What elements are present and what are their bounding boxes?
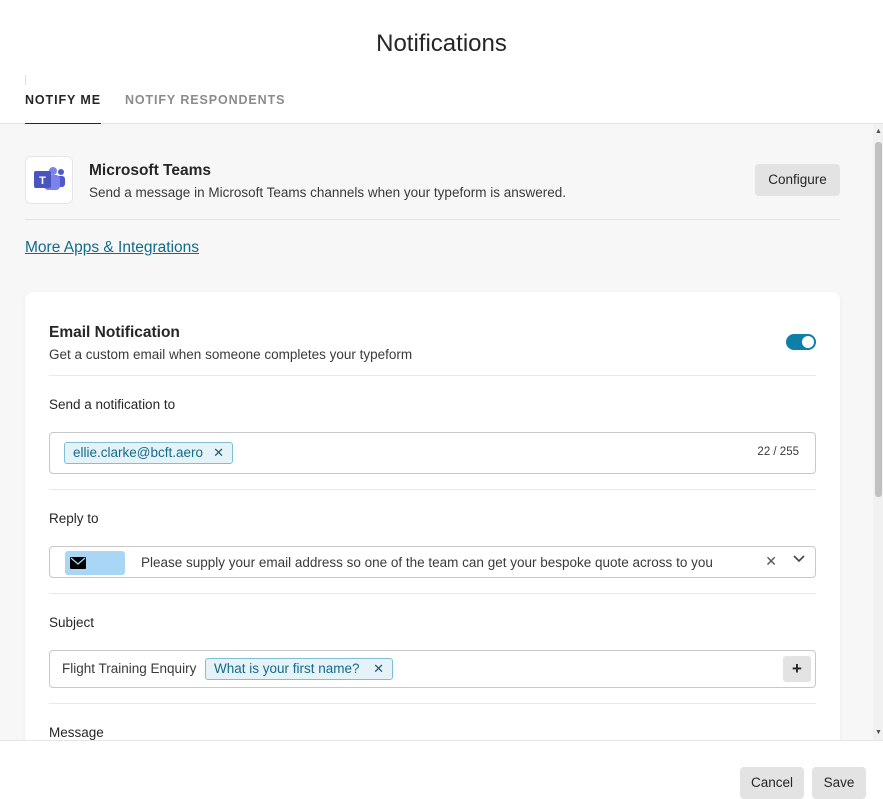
character-counter: 22 / 255 (757, 446, 799, 458)
clear-icon[interactable]: ✕ (765, 553, 777, 570)
toggle-knob (802, 336, 814, 348)
cancel-button[interactable]: Cancel (740, 767, 804, 799)
divider (49, 703, 816, 704)
divider (49, 489, 816, 490)
scrollbar-thumb[interactable] (875, 142, 882, 497)
integration-description: Send a message in Microsoft Teams channe… (89, 185, 566, 200)
subject-label: Subject (49, 615, 95, 630)
configure-button[interactable]: Configure (755, 164, 840, 196)
recipients-field[interactable]: ellie.clarke@bcft.aero ✕ 22 / 255 (49, 432, 816, 474)
remove-variable-icon[interactable]: ✕ (373, 659, 384, 679)
divider (49, 375, 816, 376)
more-apps-integrations-link[interactable]: More Apps & Integrations (25, 239, 199, 257)
svg-text:T: T (39, 175, 46, 187)
envelope-icon (70, 557, 86, 569)
integration-row-microsoft-teams: T Microsoft Teams Send a message in Micr… (25, 156, 840, 220)
reply-to-select[interactable]: Please supply your email address so one … (49, 546, 816, 578)
subject-field[interactable]: Flight Training Enquiry What is your fir… (49, 650, 816, 688)
email-field-tag (65, 551, 125, 575)
microsoft-teams-icon: T (25, 156, 73, 204)
subject-text: Flight Training Enquiry (62, 661, 197, 676)
tab-notify-me[interactable]: NOTIFY ME (25, 75, 101, 125)
tab-bar: NOTIFY ME NOTIFY RESPONDENTS (25, 75, 309, 125)
scroll-up-arrow-icon[interactable]: ▲ (875, 128, 882, 136)
recipient-email: ellie.clarke@bcft.aero (73, 445, 204, 460)
email-notification-toggle[interactable] (786, 334, 816, 350)
email-notification-card: Email Notification Get a custom email wh… (25, 292, 840, 740)
email-notification-title: Email Notification (49, 324, 180, 341)
save-button[interactable]: Save (812, 767, 866, 799)
subject-variable-chip: What is your first name? ✕ (205, 658, 393, 680)
integration-name: Microsoft Teams (89, 162, 212, 179)
scroll-down-arrow-icon[interactable]: ▼ (875, 729, 882, 737)
reply-to-label: Reply to (49, 511, 99, 526)
send-to-label: Send a notification to (49, 397, 176, 412)
dialog-content[interactable]: T Microsoft Teams Send a message in Micr… (0, 124, 883, 740)
scrollbar[interactable]: ▲ ▼ (873, 124, 883, 740)
dialog-title: Notifications (376, 30, 507, 57)
add-variable-button[interactable]: + (783, 656, 811, 682)
dialog-header: Notifications NOTIFY ME NOTIFY RESPONDEN… (0, 0, 883, 125)
tab-notify-respondents[interactable]: NOTIFY RESPONDENTS (125, 75, 285, 124)
reply-to-value: Please supply your email address so one … (141, 555, 713, 570)
chevron-down-icon[interactable] (793, 555, 805, 563)
remove-recipient-icon[interactable]: ✕ (213, 443, 224, 463)
email-notification-description: Get a custom email when someone complete… (49, 347, 413, 362)
divider (49, 593, 816, 594)
subject-variable-label: What is your first name? (214, 661, 360, 676)
recipient-chip: ellie.clarke@bcft.aero ✕ (64, 442, 233, 464)
dialog-footer: Cancel Save (0, 740, 883, 799)
message-label: Message (49, 725, 104, 740)
